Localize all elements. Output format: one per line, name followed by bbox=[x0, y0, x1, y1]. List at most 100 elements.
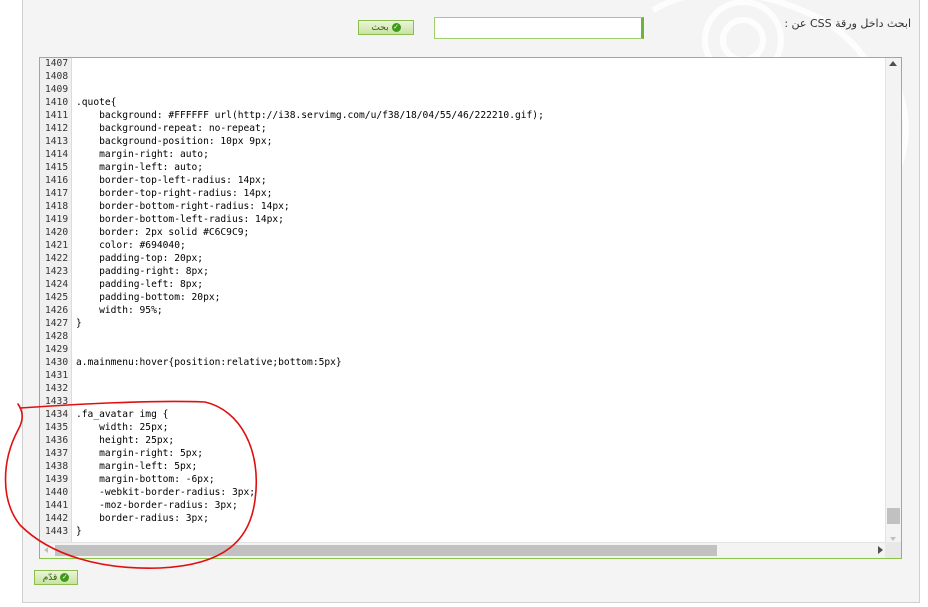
code-line: 1409 bbox=[40, 83, 544, 96]
line-number: 1438 bbox=[45, 461, 69, 472]
line-number: 1443 bbox=[45, 526, 69, 537]
line-number: 1425 bbox=[45, 292, 69, 303]
code-line: 1442 border-radius: 3px; bbox=[40, 512, 544, 525]
code-line: 1426 width: 95%; bbox=[40, 304, 544, 317]
code-text: background: #FFFFFF url(http://i38.servi… bbox=[76, 110, 544, 121]
code-line: 1429 bbox=[40, 343, 544, 356]
code-text-area[interactable]: 1407 1408 1409 1410 .quote{1411 background: … bbox=[40, 58, 886, 544]
code-line: 1423 padding-right: 8px; bbox=[40, 265, 544, 278]
code-line: 1422 padding-top: 20px; bbox=[40, 252, 544, 265]
code-line: 1431 bbox=[40, 369, 544, 382]
code-text: padding-right: 8px; bbox=[76, 266, 209, 277]
code-lines: 1407 1408 1409 1410 .quote{1411 background: … bbox=[40, 58, 544, 538]
code-line: 1413 background-position: 10px 9px; bbox=[40, 135, 544, 148]
line-number: 1420 bbox=[45, 227, 69, 238]
line-number: 1417 bbox=[45, 188, 69, 199]
code-text: } bbox=[76, 318, 82, 329]
line-number: 1408 bbox=[45, 71, 69, 82]
code-line: 1437 margin-right: 5px; bbox=[40, 447, 544, 460]
scroll-up-arrow-icon[interactable] bbox=[889, 61, 897, 66]
line-number: 1426 bbox=[45, 305, 69, 316]
code-line: 1418 border-bottom-right-radius: 14px; bbox=[40, 200, 544, 213]
code-line: 1440 -webkit-border-radius: 3px; bbox=[40, 486, 544, 499]
search-button[interactable]: ✓ بحث bbox=[358, 20, 414, 35]
code-text: border-top-left-radius: 14px; bbox=[76, 175, 267, 186]
line-number: 1410 bbox=[45, 97, 69, 108]
code-line: 1432 bbox=[40, 382, 544, 395]
code-text: margin-left: auto; bbox=[76, 162, 204, 173]
code-text: margin-right: auto; bbox=[76, 149, 209, 160]
line-number: 1409 bbox=[45, 84, 69, 95]
scroll-down-arrow-icon[interactable] bbox=[890, 537, 896, 541]
vertical-scroll-thumb[interactable] bbox=[887, 508, 900, 524]
code-text: border-bottom-left-radius: 14px; bbox=[76, 214, 284, 225]
search-input[interactable] bbox=[434, 17, 644, 39]
code-text: padding-bottom: 20px; bbox=[76, 292, 221, 303]
code-text: .fa_avatar img { bbox=[76, 409, 169, 420]
line-number: 1418 bbox=[45, 201, 69, 212]
search-button-label: بحث bbox=[371, 22, 389, 33]
css-code-editor[interactable]: 1407 1408 1409 1410 .quote{1411 background: … bbox=[39, 57, 902, 559]
line-number: 1440 bbox=[45, 487, 69, 498]
code-text: background-position: 10px 9px; bbox=[76, 136, 273, 147]
horizontal-scroll-thumb[interactable] bbox=[55, 545, 717, 556]
line-number: 1429 bbox=[45, 344, 69, 355]
code-line: 1410 .quote{ bbox=[40, 96, 544, 109]
check-circle-icon: ✓ bbox=[391, 23, 401, 32]
check-circle-icon: ✓ bbox=[60, 573, 70, 582]
line-number: 1427 bbox=[45, 318, 69, 329]
code-line: 1417 border-top-right-radius: 14px; bbox=[40, 187, 544, 200]
code-line: 1435 width: 25px; bbox=[40, 421, 544, 434]
code-text: margin-right: 5px; bbox=[76, 448, 204, 459]
line-number: 1437 bbox=[45, 448, 69, 459]
line-number: 1424 bbox=[45, 279, 69, 290]
code-line: 1433 bbox=[40, 395, 544, 408]
submit-button[interactable]: ✓ قدّم bbox=[34, 570, 78, 585]
line-number: 1430 bbox=[45, 357, 69, 368]
line-number: 1419 bbox=[45, 214, 69, 225]
code-line: 1419 border-bottom-left-radius: 14px; bbox=[40, 213, 544, 226]
code-text: background-repeat: no-repeat; bbox=[76, 123, 267, 134]
code-text: width: 25px; bbox=[76, 422, 169, 433]
code-text: border-bottom-right-radius: 14px; bbox=[76, 201, 290, 212]
line-number: 1436 bbox=[45, 435, 69, 446]
line-number: 1433 bbox=[45, 396, 69, 407]
line-number: 1428 bbox=[45, 331, 69, 342]
line-number: 1421 bbox=[45, 240, 69, 251]
vertical-scrollbar[interactable] bbox=[885, 58, 901, 544]
line-number: 1414 bbox=[45, 149, 69, 160]
line-number: 1441 bbox=[45, 500, 69, 511]
code-line: 1421 color: #694040; bbox=[40, 239, 544, 252]
code-text: color: #694040; bbox=[76, 240, 186, 251]
horizontal-scrollbar[interactable] bbox=[40, 542, 886, 558]
line-number: 1434 bbox=[45, 409, 69, 420]
line-number: 1415 bbox=[45, 162, 69, 173]
line-number: 1442 bbox=[45, 513, 69, 524]
code-text: padding-top: 20px; bbox=[76, 253, 204, 264]
code-text: height: 25px; bbox=[76, 435, 175, 446]
code-text: -moz-border-radius: 3px; bbox=[76, 500, 238, 511]
line-number: 1423 bbox=[45, 266, 69, 277]
code-text: border-radius: 3px; bbox=[76, 513, 209, 524]
line-number: 1411 bbox=[45, 110, 69, 121]
scroll-right-arrow-icon[interactable] bbox=[878, 546, 883, 554]
code-text: margin-left: 5px; bbox=[76, 461, 198, 472]
line-number: 1435 bbox=[45, 422, 69, 433]
code-line: 1420 border: 2px solid #C6C9C9; bbox=[40, 226, 544, 239]
code-line: 1430 a.mainmenu:hover{position:relative;b… bbox=[40, 356, 544, 369]
scroll-left-arrow-icon[interactable] bbox=[44, 547, 48, 553]
code-line: 1408 bbox=[40, 70, 544, 83]
code-line: 1415 margin-left: auto; bbox=[40, 161, 544, 174]
code-line: 1425 padding-bottom: 20px; bbox=[40, 291, 544, 304]
code-line: 1434 .fa_avatar img { bbox=[40, 408, 544, 421]
code-line: 1424 padding-left: 8px; bbox=[40, 278, 544, 291]
search-label: ابحث داخل ورقة CSS عن : bbox=[784, 17, 911, 30]
code-line: 1438 margin-left: 5px; bbox=[40, 460, 544, 473]
